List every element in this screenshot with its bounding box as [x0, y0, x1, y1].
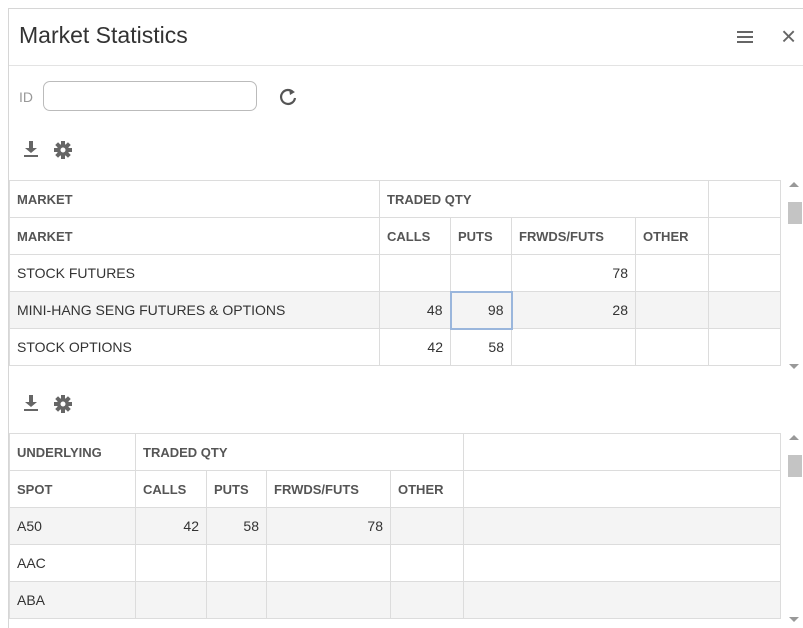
download-icon[interactable]	[23, 394, 39, 412]
cell-puts[interactable]	[206, 581, 267, 619]
cell-other[interactable]	[390, 581, 464, 619]
market-table: MARKET TRADED QTY MARKET CALLS PUTS FRWD…	[9, 180, 781, 366]
column-header-spot[interactable]: SPOT	[9, 470, 136, 508]
market-column-header-row: MARKET CALLS PUTS FRWDS/FUTS OTHER	[9, 217, 781, 255]
title-bar: Market Statistics ×	[9, 9, 803, 66]
panel-title: Market Statistics	[19, 22, 188, 48]
cell-frwds-futs[interactable]	[266, 581, 391, 619]
column-header-puts[interactable]: PUTS	[450, 217, 512, 255]
underlying-group-header-row: UNDERLYING TRADED QTY	[9, 433, 781, 471]
id-input[interactable]	[43, 81, 257, 111]
cell-puts[interactable]	[206, 544, 267, 582]
hamburger-menu-icon[interactable]	[737, 31, 753, 43]
cell-calls[interactable]	[135, 581, 207, 619]
column-header-other[interactable]: OTHER	[390, 470, 464, 508]
column-header-other[interactable]: OTHER	[635, 217, 709, 255]
cell-spot[interactable]: AAC	[9, 544, 136, 582]
group-header-traded-qty: TRADED QTY	[379, 180, 709, 218]
cell-calls[interactable]: 48	[379, 291, 451, 329]
cell-frwds-futs[interactable]: 78	[511, 254, 636, 292]
cell-calls[interactable]	[135, 544, 207, 582]
underlying-table-scrollbar[interactable]	[786, 433, 802, 624]
cell-puts[interactable]	[450, 254, 512, 292]
cell-puts-selected[interactable]: 98	[449, 290, 513, 330]
download-icon[interactable]	[23, 140, 39, 158]
id-label: ID	[19, 89, 33, 105]
cell-market[interactable]: STOCK OPTIONS	[9, 328, 380, 366]
column-header-calls[interactable]: CALLS	[135, 470, 207, 508]
cell-other[interactable]	[635, 328, 709, 366]
cell-calls[interactable]: 42	[135, 507, 207, 545]
cell-puts[interactable]: 58	[206, 507, 267, 545]
column-header-market[interactable]: MARKET	[9, 217, 380, 255]
group-header-underlying: UNDERLYING	[9, 433, 136, 471]
market-statistics-panel: Market Statistics × ID MARKET TRADED QTY…	[8, 8, 803, 628]
table-row[interactable]: STOCK FUTURES 78	[9, 254, 781, 292]
cell-other[interactable]	[635, 291, 709, 329]
cell-frwds-futs[interactable]: 28	[511, 291, 636, 329]
refresh-icon[interactable]	[277, 86, 299, 108]
table-row[interactable]: AAC	[9, 544, 781, 582]
market-group-header-row: MARKET TRADED QTY	[9, 180, 781, 218]
group-header-market: MARKET	[9, 180, 380, 218]
group-header-traded-qty: TRADED QTY	[135, 433, 464, 471]
cell-market[interactable]: STOCK FUTURES	[9, 254, 380, 292]
column-header-frwds-futs[interactable]: FRWDS/FUTS	[266, 470, 391, 508]
cell-frwds-futs[interactable]	[266, 544, 391, 582]
underlying-table: UNDERLYING TRADED QTY SPOT CALLS PUTS FR…	[9, 433, 781, 619]
table-row[interactable]: A50 42 58 78	[9, 507, 781, 545]
cell-spot[interactable]: A50	[9, 507, 136, 545]
table-row[interactable]: STOCK OPTIONS 42 58	[9, 328, 781, 366]
underlying-column-header-row: SPOT CALLS PUTS FRWDS/FUTS OTHER	[9, 470, 781, 508]
table-row[interactable]: ABA	[9, 581, 781, 619]
column-header-calls[interactable]: CALLS	[379, 217, 451, 255]
close-icon[interactable]: ×	[781, 21, 796, 51]
table-row[interactable]: MINI-HANG SENG FUTURES & OPTIONS 48 98 2…	[9, 290, 781, 330]
cell-calls[interactable]: 42	[379, 328, 451, 366]
cell-calls[interactable]	[379, 254, 451, 292]
cell-puts[interactable]: 58	[450, 328, 512, 366]
column-header-frwds-futs[interactable]: FRWDS/FUTS	[511, 217, 636, 255]
cell-frwds-futs[interactable]: 78	[266, 507, 391, 545]
cell-other[interactable]	[390, 544, 464, 582]
cell-other[interactable]	[635, 254, 709, 292]
cell-spot[interactable]: ABA	[9, 581, 136, 619]
cell-frwds-futs[interactable]	[511, 328, 636, 366]
gear-icon[interactable]	[53, 394, 73, 414]
market-table-scrollbar[interactable]	[786, 180, 802, 371]
cell-market[interactable]: MINI-HANG SENG FUTURES & OPTIONS	[9, 291, 380, 329]
cell-other[interactable]	[390, 507, 464, 545]
column-header-puts[interactable]: PUTS	[206, 470, 267, 508]
gear-icon[interactable]	[53, 140, 73, 160]
